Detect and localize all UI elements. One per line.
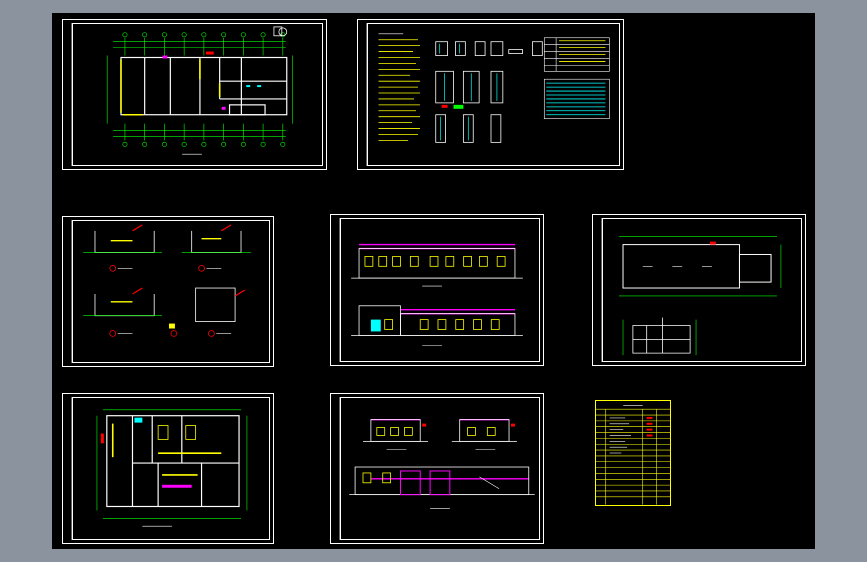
- roof-plan-drawing: [619, 236, 782, 356]
- sheet-drawing-list[interactable]: [595, 400, 671, 506]
- sheet-detail-sections[interactable]: [62, 216, 274, 367]
- floor-plan-drawing: [106, 26, 293, 155]
- sheet-elevations-front[interactable]: [330, 214, 544, 366]
- elevations-drawing: [351, 243, 523, 346]
- drawing-list-table: [596, 404, 670, 505]
- sheet-floor-plan-1[interactable]: [62, 19, 327, 170]
- sheet-roof-plan[interactable]: [592, 214, 806, 366]
- notes-and-schedule: [378, 33, 610, 143]
- floor-plan-2-drawing: [96, 409, 248, 527]
- details-drawing: [83, 224, 251, 337]
- sheet-floor-plan-2[interactable]: [62, 393, 274, 544]
- cad-modelspace[interactable]: [52, 13, 815, 549]
- sheet-elevations-side[interactable]: [330, 393, 544, 544]
- side-elevations-drawing: [349, 418, 535, 509]
- sheet-design-notes[interactable]: [357, 19, 624, 170]
